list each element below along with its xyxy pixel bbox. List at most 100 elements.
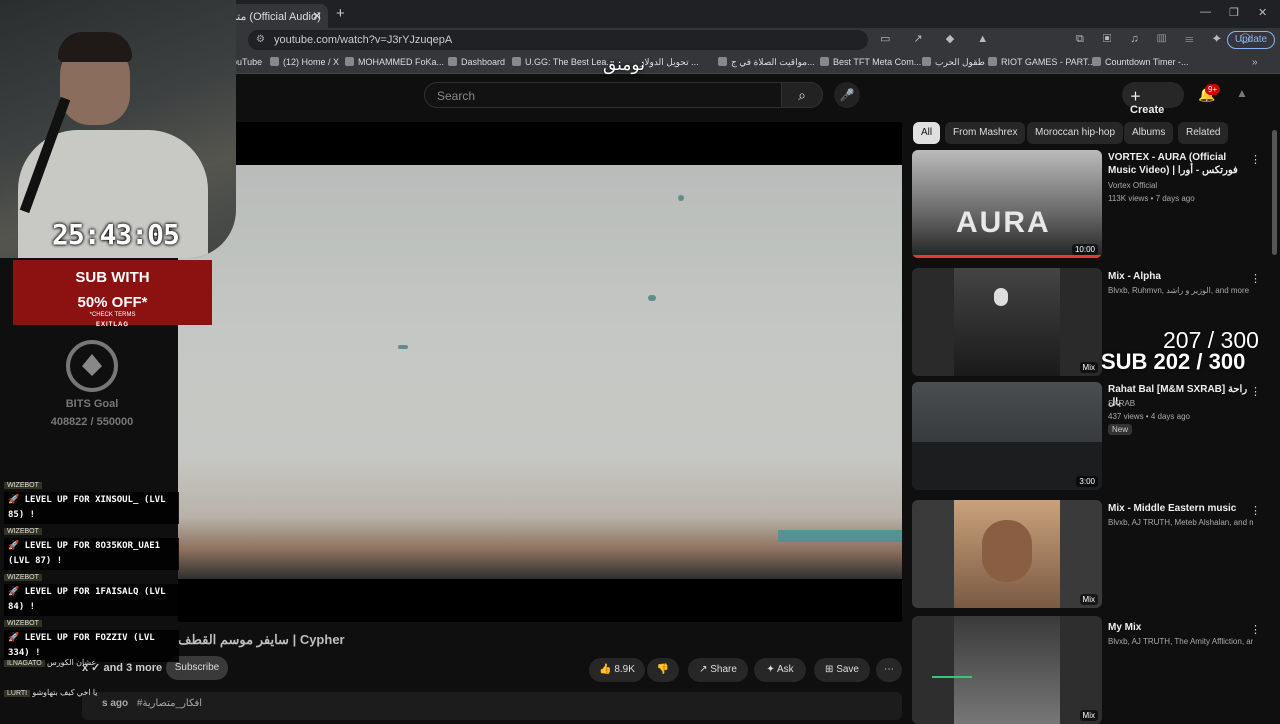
rec-thumbnail[interactable]: Mix <box>912 500 1102 608</box>
duration-badge: 10:00 <box>1071 244 1098 255</box>
thumb-balloon <box>994 288 1008 306</box>
bookmark-label: U.GG: The Best Lea... <box>525 57 614 67</box>
sub-goal-label: SUB 202 / 300 <box>1101 349 1246 374</box>
mic-icon[interactable]: 🎤 <box>834 82 860 108</box>
ask-button[interactable]: ✦ Ask <box>754 658 806 682</box>
thumb-wave <box>932 676 972 678</box>
more-icon[interactable]: ⋯ <box>876 658 902 682</box>
video-dim <box>178 122 902 622</box>
like-icon: 👍 <box>599 664 612 675</box>
like-count: 8.9K <box>614 664 635 675</box>
thumb-image <box>954 268 1060 376</box>
globe-icon <box>718 57 727 66</box>
update-button[interactable]: Update <box>1227 31 1275 49</box>
chip-albums[interactable]: Albums <box>1124 122 1174 144</box>
bookmark-label: مواقيت الصلاة في ج... <box>731 57 815 67</box>
promo-banner: SUB WITH 50% OFF* *CHECK TERMS EXITLAG <box>13 260 212 328</box>
bookmark-item[interactable]: Countdown Timer -... <box>1092 57 1189 67</box>
create-button[interactable]: ＋ Create <box>1122 82 1184 116</box>
bookmark-item[interactable]: ouTube <box>232 57 262 67</box>
chip-related[interactable]: Related <box>1178 122 1229 144</box>
avatar[interactable]: ▲ <box>1236 86 1250 102</box>
bookmark-label: MOHAMMED FoKa... <box>358 57 445 67</box>
rec-channel[interactable]: Vortex Official <box>1108 179 1253 192</box>
dislike-icon[interactable]: 👎 <box>647 658 679 682</box>
chat-message: WIZEBOT 🚀 LEVEL UP FOR FOZZIV (LVL 334) … <box>4 612 179 662</box>
promo-terms: *CHECK TERMS <box>89 312 136 318</box>
rec-meta: 437 views • 4 days ago <box>1108 412 1190 421</box>
rec-channel: Blvxb, AJ TRUTH, The Amity Affliction, a… <box>1108 637 1253 646</box>
bookmark-item[interactable]: مواقيت الصلاة في ج... <box>718 57 815 68</box>
url-field[interactable]: youtube.com/watch?v=J3rYJzuqepA <box>248 30 868 50</box>
more-icon[interactable]: ⋮ <box>1250 272 1261 285</box>
share-label: Share <box>710 664 737 675</box>
save-label: Save <box>836 664 859 675</box>
rec-title[interactable]: VORTEX - AURA (Official Music Video) | ف… <box>1108 151 1248 177</box>
bookmark-item[interactable]: Dashboard <box>448 57 505 67</box>
bookmark-item[interactable]: طقول الحرب <box>922 57 985 68</box>
promo-line-2: 50% OFF* <box>77 294 148 311</box>
thumb-face <box>982 520 1032 582</box>
new-tab-icon[interactable]: + <box>336 5 345 22</box>
mix-badge: Mix <box>1079 362 1098 373</box>
rec-title[interactable]: My Mix <box>1108 621 1248 634</box>
minimize-icon[interactable]: — <box>1200 6 1211 18</box>
bookmark-label: تحويل الدولار ... <box>640 57 699 67</box>
bookmark-item[interactable]: تحويل الدولار ... <box>640 57 699 68</box>
search-input[interactable]: Search <box>424 82 782 108</box>
bookmark-item[interactable]: U.GG: The Best Lea... <box>512 57 614 67</box>
bookmark-label: Best TFT Meta Com... <box>833 57 922 67</box>
maximize-icon[interactable]: ❐ <box>1229 6 1239 19</box>
chip-from-mashrex[interactable]: From Mashrex <box>945 122 1026 144</box>
watch-progress <box>912 255 1102 258</box>
mix-badge: Mix <box>1079 710 1098 721</box>
like-button[interactable]: 👍 8.9K <box>589 658 645 682</box>
share-button[interactable]: ↗ Share <box>688 658 748 682</box>
search-icon[interactable]: ⌕ <box>781 82 823 108</box>
notification-badge: 9+ <box>1205 84 1221 95</box>
site-info-icon[interactable]: ⚙ <box>256 34 265 45</box>
more-icon[interactable]: ⋮ <box>1250 385 1261 398</box>
chat-user: WIZEBOT <box>4 482 42 489</box>
dashboard-icon <box>448 57 457 66</box>
close-window-icon[interactable]: ✕ <box>1258 6 1267 19</box>
rec-thumbnail[interactable]: Mix <box>912 268 1102 376</box>
bookmark-item[interactable]: (12) Home / X <box>270 57 339 67</box>
thumb-image <box>954 616 1060 724</box>
scrollbar[interactable] <box>1272 130 1277 255</box>
stream-timer: 25:43:05 <box>52 218 180 251</box>
video-player[interactable] <box>178 122 902 622</box>
chip-all[interactable]: All <box>913 122 941 144</box>
chip-moroccan-hiphop[interactable]: Moroccan hip-hop <box>1027 122 1124 144</box>
mix-badge: Mix <box>1079 594 1098 605</box>
chat-message: WIZEBOT 🚀 LEVEL UP FOR XINSOUL_ (LVL 85)… <box>4 474 179 524</box>
rec-title[interactable]: Mix - Alpha <box>1108 270 1248 283</box>
bookmark-item[interactable]: Best TFT Meta Com... <box>820 57 921 67</box>
rec-channel[interactable]: SXRAB <box>1108 397 1253 410</box>
webcam-hair <box>58 32 132 62</box>
rec-thumbnail[interactable]: AURA 10:00 <box>912 150 1102 258</box>
close-tab-icon[interactable]: ✕ <box>312 9 322 23</box>
extension-icons[interactable]: ▭ ↗ ◆ ▲ <box>880 32 998 45</box>
rec-channel: Blvxb, AJ TRUTH, Meteb Alshalan, and m..… <box>1108 518 1253 527</box>
video-title: سايفر موسم القطف | Cypher <box>178 632 345 647</box>
riot-icon <box>988 57 997 66</box>
bookmark-item[interactable]: MOHAMMED FoKa... <box>345 57 444 67</box>
chat-overlay: WIZEBOT 🚀 LEVEL UP FOR XINSOUL_ (LVL 85)… <box>0 456 180 720</box>
rec-thumbnail[interactable]: Mix <box>912 616 1102 724</box>
chat-text: عشان الكورس <box>47 658 97 667</box>
chat-message: LURTI يا اخي كيف بتهاوشو <box>4 688 97 697</box>
bookmark-item[interactable]: RIOT GAMES - PART... <box>988 57 1095 67</box>
more-icon[interactable]: ⋮ <box>1250 504 1261 517</box>
chat-user: WIZEBOT <box>4 574 42 581</box>
description-box[interactable]: s ago #افكار_متصارية <box>82 692 902 720</box>
tiktok-icon <box>345 57 354 66</box>
more-icon[interactable]: ⋮ <box>1250 153 1261 166</box>
save-button[interactable]: ⊞ Save <box>814 658 870 682</box>
rec-title[interactable]: Mix - Middle Eastern music <box>1108 502 1248 515</box>
bookmark-label: Dashboard <box>461 57 506 67</box>
bookmark-label: RIOT GAMES - PART... <box>1001 57 1096 67</box>
more-icon[interactable]: ⋮ <box>1250 623 1261 636</box>
rec-thumbnail[interactable]: 3:00 <box>912 382 1102 490</box>
bookmarks-overflow-icon[interactable]: » <box>1252 57 1258 68</box>
